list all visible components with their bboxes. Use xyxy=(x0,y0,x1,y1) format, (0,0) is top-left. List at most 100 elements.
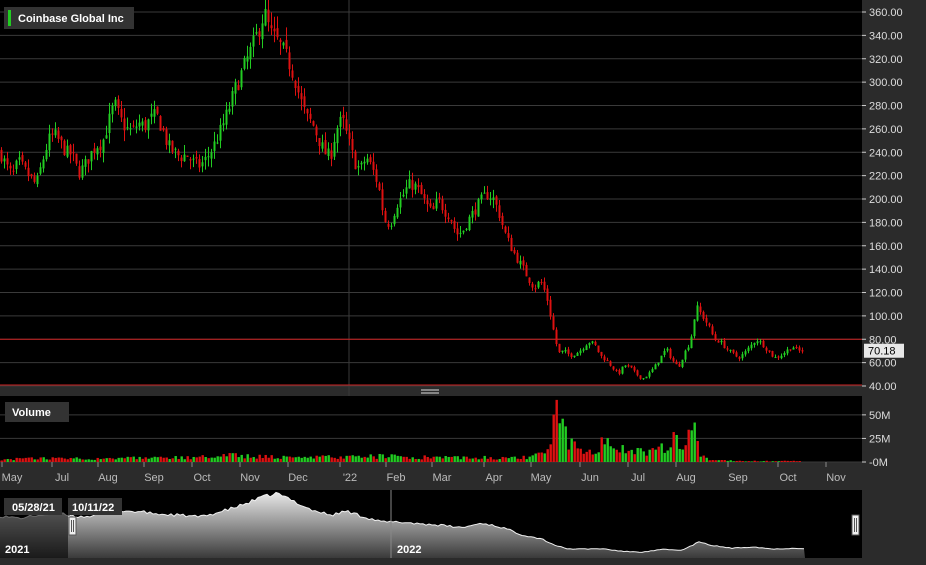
candle-body xyxy=(657,362,660,365)
volume-bar xyxy=(552,414,555,462)
panel-resize-handle[interactable] xyxy=(420,388,440,395)
candle-body xyxy=(444,209,447,217)
volume-bar xyxy=(360,457,363,462)
volume-bar xyxy=(738,460,741,462)
volume-bar xyxy=(594,453,597,462)
candle-body xyxy=(348,132,351,139)
volume-bar xyxy=(477,459,480,462)
candle-body xyxy=(159,116,162,131)
candle-body xyxy=(564,349,567,352)
candle-body xyxy=(492,197,495,201)
volume-bar xyxy=(567,449,570,462)
volume-bar xyxy=(420,459,423,462)
candle-body xyxy=(519,260,522,265)
candle-body xyxy=(675,361,678,365)
candle-body xyxy=(327,148,330,157)
candle-body xyxy=(591,341,594,343)
candle-body xyxy=(414,183,417,190)
volume-bar xyxy=(705,457,708,462)
volume-bar xyxy=(741,461,744,462)
volume-bar xyxy=(267,457,270,462)
candle-body xyxy=(462,230,465,233)
candle-body xyxy=(285,39,288,49)
volume-bar xyxy=(324,455,327,462)
volume-bar xyxy=(249,457,252,462)
candle-body xyxy=(54,129,57,136)
volume-bar xyxy=(24,457,27,462)
volume-bar xyxy=(12,460,15,462)
volume-bar xyxy=(54,457,57,462)
volume-bar xyxy=(783,460,786,462)
volume-bar xyxy=(381,454,384,462)
last-price-badge: 70.18 xyxy=(864,343,904,358)
candle-body xyxy=(90,151,93,162)
candle-body xyxy=(486,192,489,200)
candle-body xyxy=(336,127,339,144)
candle-body xyxy=(471,210,474,218)
volume-bar xyxy=(414,458,417,462)
candle-body xyxy=(618,370,621,374)
volume-bar xyxy=(735,460,738,462)
candle-body xyxy=(474,209,477,215)
candle-body xyxy=(396,207,399,218)
candle-body xyxy=(681,359,684,367)
volume-bar xyxy=(231,453,234,462)
month-label: Apr xyxy=(485,472,502,484)
volume-bar xyxy=(549,444,552,462)
candle-body xyxy=(186,155,189,157)
volume-bar xyxy=(150,457,153,462)
volume-bar xyxy=(366,457,369,462)
volume-bar xyxy=(99,459,102,462)
candle-body xyxy=(690,336,693,349)
price-tick-label: 240.00 xyxy=(869,147,903,159)
volume-bar xyxy=(153,456,156,462)
candle-body xyxy=(510,237,513,252)
candle-body xyxy=(195,157,198,159)
candle-body xyxy=(282,42,285,46)
candle-body xyxy=(537,281,540,288)
volume-bar xyxy=(687,429,690,462)
candle-body xyxy=(75,153,78,164)
volume-bar xyxy=(120,457,123,462)
volume-bar xyxy=(27,457,30,462)
candle-body xyxy=(105,135,108,139)
candle-body xyxy=(240,70,243,88)
volume-bar xyxy=(72,458,75,462)
candle-body xyxy=(789,349,792,351)
candle-body xyxy=(780,355,783,359)
volume-bar xyxy=(609,446,612,462)
candle-body xyxy=(165,129,168,145)
candle-body xyxy=(468,216,471,231)
volume-bar xyxy=(42,457,45,462)
candle-body xyxy=(480,194,483,200)
candle-body xyxy=(300,93,303,100)
candle-body xyxy=(210,152,213,159)
candle-body xyxy=(678,363,681,367)
candle-body xyxy=(489,198,492,200)
volume-bar xyxy=(531,455,534,462)
candle-body xyxy=(756,341,759,344)
candle-body xyxy=(264,8,267,26)
candle-body xyxy=(87,159,90,164)
candle-body xyxy=(495,196,498,205)
volume-bar xyxy=(141,458,144,462)
price-tick-label: 340.00 xyxy=(869,30,903,42)
volume-bar xyxy=(246,454,249,462)
candle-body xyxy=(594,341,597,346)
navigator-right-handle[interactable] xyxy=(851,514,860,536)
candle-body xyxy=(6,158,9,165)
candle-body xyxy=(273,28,276,32)
volume-bar xyxy=(678,448,681,462)
candle-body xyxy=(213,141,216,151)
volume-tick-label: -0M xyxy=(869,457,888,469)
candle-body xyxy=(750,344,753,349)
volume-bar xyxy=(291,457,294,462)
volume-bar xyxy=(51,457,54,462)
volume-bar xyxy=(675,434,678,462)
volume-bar xyxy=(753,460,756,462)
volume-bar xyxy=(39,457,42,462)
navigator-left-handle[interactable] xyxy=(68,516,77,536)
volume-bar xyxy=(210,457,213,462)
candle-body xyxy=(393,215,396,225)
volume-bar xyxy=(315,455,318,462)
